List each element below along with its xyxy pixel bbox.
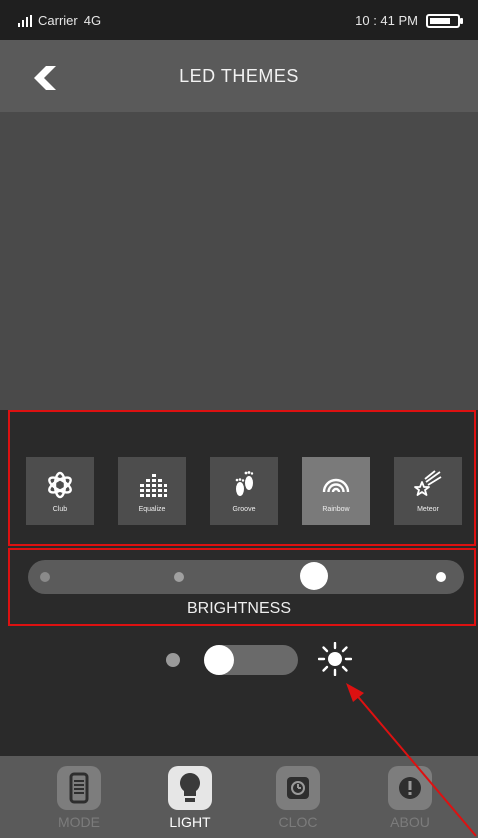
- nav-item-light[interactable]: LIGHT: [155, 766, 225, 830]
- network-text: 4G: [83, 13, 102, 28]
- slider-stop-dot: [436, 572, 446, 582]
- nav-label: LIGHT: [169, 814, 211, 830]
- clock-icon: [276, 766, 320, 810]
- theme-groove-button[interactable]: Groove: [210, 457, 278, 525]
- nav-item-clock[interactable]: CLOC: [263, 766, 333, 830]
- brightness-label: BRIGHTNESS: [186, 600, 291, 617]
- club-atom-icon: [48, 471, 72, 498]
- theme-equalize-button[interactable]: Equalize: [118, 457, 186, 525]
- theme-label: Club: [52, 505, 68, 513]
- theme-meteor-button[interactable]: Meteor: [394, 457, 462, 525]
- header-bar: LED THEMES: [0, 40, 478, 112]
- signal-icon: [18, 14, 32, 27]
- slider-stop-dot: [40, 572, 50, 582]
- brightness-slider-knob[interactable]: [300, 562, 328, 590]
- footprints-icon: [235, 470, 254, 496]
- toggle-thumb: [204, 645, 234, 675]
- theme-label: Meteor: [417, 505, 439, 513]
- nav-label: CLOC: [278, 814, 318, 830]
- toggle-off-indicator-dot: [166, 653, 180, 667]
- theme-rainbow-button[interactable]: Rainbow: [302, 457, 370, 525]
- shooting-star-icon: [414, 469, 442, 496]
- brightness-slider-track[interactable]: [28, 560, 464, 594]
- carrier-text: Carrier: [38, 13, 78, 28]
- battery-icon: [426, 13, 463, 28]
- nav-item-mode[interactable]: MODE: [44, 766, 114, 830]
- bulb-icon: [168, 766, 212, 810]
- theme-preview-area: [0, 112, 478, 410]
- nav-label: MODE: [58, 814, 100, 830]
- annotation-arrow: [346, 683, 477, 837]
- phone-icon: [57, 766, 101, 810]
- sun-brightness-icon: [318, 642, 352, 676]
- theme-label: Equalize: [138, 505, 166, 513]
- page-title: LED THEMES: [179, 66, 299, 86]
- slider-stop-dot: [174, 572, 184, 582]
- theme-label: Groove: [232, 505, 256, 513]
- theme-club-button[interactable]: Club: [26, 457, 94, 525]
- equalizer-bars-icon: [140, 473, 167, 497]
- rainbow-icon: [322, 478, 350, 492]
- clock-text: 10 : 41 PM: [355, 13, 418, 28]
- status-bar: Carrier 4G 10 : 41 PM: [0, 0, 478, 40]
- light-toggle-switch[interactable]: [204, 645, 298, 675]
- theme-label: Rainbow: [322, 505, 350, 513]
